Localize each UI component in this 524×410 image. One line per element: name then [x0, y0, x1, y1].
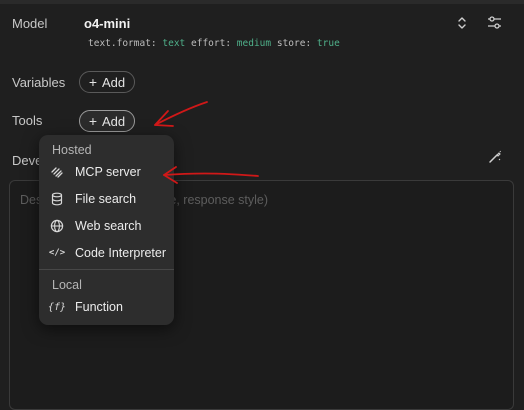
annotation-arrow-add	[154, 101, 208, 126]
annotation-arrows	[154, 101, 259, 184]
annotation-arrow-mcp	[163, 172, 259, 177]
